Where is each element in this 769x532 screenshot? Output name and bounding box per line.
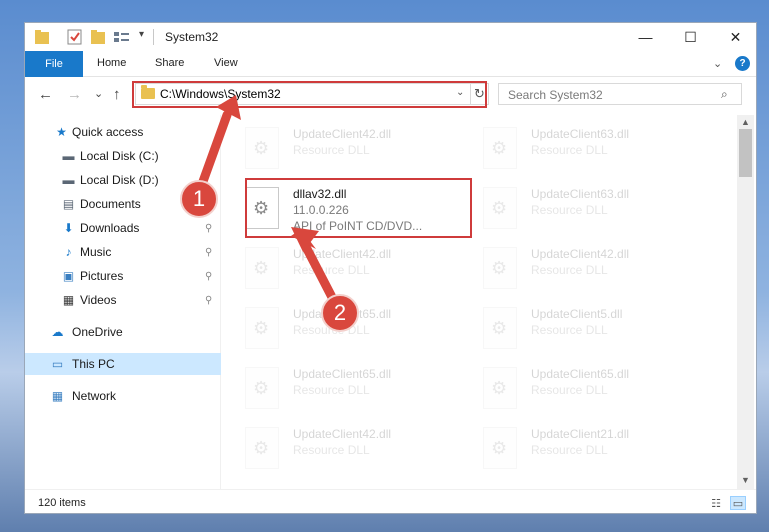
step-2-badge: 2 [321, 294, 359, 332]
annotation-arrows [196, 95, 340, 308]
arrow-1-icon [196, 110, 232, 192]
arrow-2-icon [300, 240, 340, 308]
file-explorer-window: ▾ System32 — ☐ ✕ File Home Share View ⌄ … [24, 22, 757, 514]
step-1-badge: 1 [180, 180, 218, 218]
